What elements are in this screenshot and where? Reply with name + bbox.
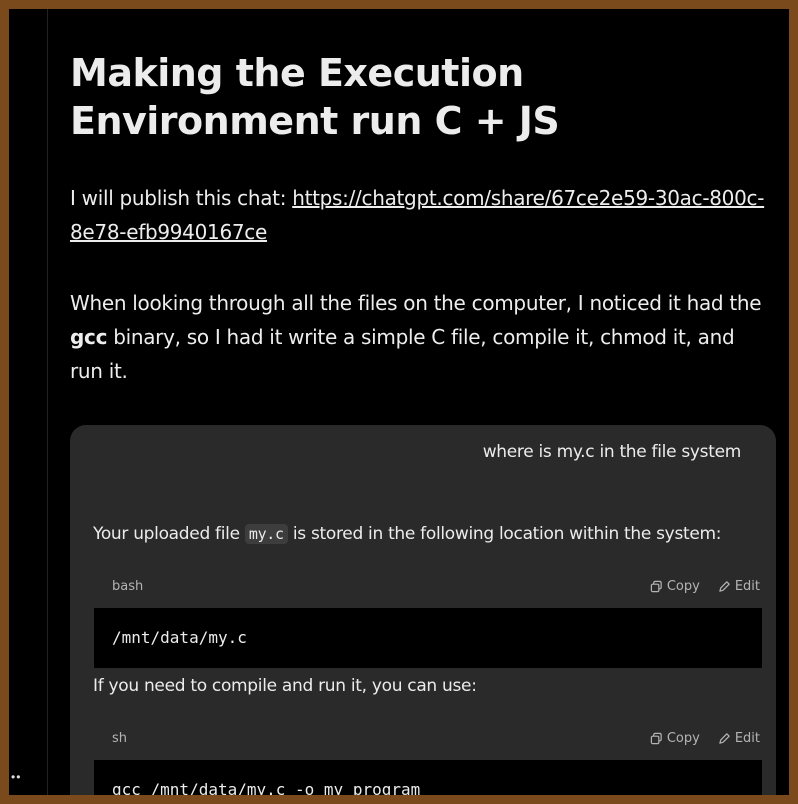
assistant-reply-1: Your uploaded file my.c is stored in the… xyxy=(93,524,722,544)
paragraph-gcc: When looking through all the files on th… xyxy=(70,286,770,388)
reply1-text-pre: Your uploaded file xyxy=(93,524,245,544)
copy-label: Copy xyxy=(666,731,700,746)
edit-button[interactable]: Edit xyxy=(718,579,760,594)
code-block-header-1: bash Copy Edit xyxy=(94,573,760,601)
copy-label: Copy xyxy=(666,579,700,594)
gcc-text-pre: When looking through all the files on th… xyxy=(70,291,762,315)
gcc-text-post: binary, so I had it write a simple C fil… xyxy=(70,325,735,383)
copy-icon xyxy=(650,580,662,593)
ellipsis-icon[interactable]: •• xyxy=(11,771,21,783)
edit-label: Edit xyxy=(734,731,760,746)
code-block-header-2: sh Copy Edit xyxy=(94,725,760,753)
code-block-1[interactable]: /mnt/data/my.c xyxy=(94,608,762,668)
gcc-bold: gcc xyxy=(70,325,108,349)
share-text: I will publish this chat: xyxy=(70,186,293,210)
code-language-label: bash xyxy=(112,579,144,594)
copy-icon xyxy=(650,732,662,745)
edit-label: Edit xyxy=(734,579,760,594)
code-line: gcc /mnt/data/my.c -o my_program xyxy=(112,780,421,795)
screenshot-frame: •• Making the Execution Environment run … xyxy=(9,9,789,795)
code-line: /mnt/data/my.c xyxy=(112,628,247,647)
assistant-reply-2: If you need to compile and run it, you c… xyxy=(93,676,477,696)
chat-screenshot-card: where is my.c in the file system Your up… xyxy=(70,425,776,795)
user-message: where is my.c in the file system xyxy=(482,442,742,462)
edit-button[interactable]: Edit xyxy=(718,731,760,746)
left-divider xyxy=(47,9,48,795)
code-language-label: sh xyxy=(112,731,128,746)
code-block-2[interactable]: gcc /mnt/data/my.c -o my_program xyxy=(94,760,762,795)
pencil-icon xyxy=(719,733,730,744)
pencil-icon xyxy=(719,581,730,592)
inline-code: my.c xyxy=(244,524,288,544)
paragraph-share: I will publish this chat: https://chatgp… xyxy=(70,181,770,249)
copy-button[interactable]: Copy xyxy=(650,731,700,746)
article-title: Making the Execution Environment run C +… xyxy=(70,51,560,143)
copy-button[interactable]: Copy xyxy=(650,579,700,594)
reply1-text-post: is stored in the following location with… xyxy=(287,524,722,544)
